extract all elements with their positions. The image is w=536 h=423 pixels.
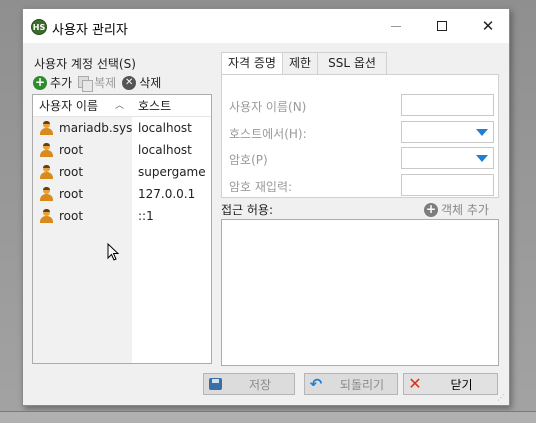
save-disk-icon — [208, 378, 222, 390]
taskbar-strip — [0, 411, 536, 423]
close-icon: ✕ — [481, 16, 495, 35]
user-manager-window: HS 사용자 관리자 ✕ 사용자 계정 선택(S) + 추가 복제 ✕ 삭제 사… — [22, 8, 510, 406]
save-button[interactable]: 저장 — [203, 373, 295, 395]
revert-button[interactable]: ↶ 되돌리기 — [304, 373, 398, 395]
host-cell: localhost — [138, 121, 192, 135]
user-account-list[interactable]: 사용자 이름 ︿ 호스트 mariadb.sys localhost root loc… — [32, 94, 212, 364]
username-text: root — [59, 209, 84, 223]
user-icon — [40, 121, 53, 135]
delete-user-label: 삭제 — [139, 76, 162, 90]
password-select[interactable] — [401, 147, 494, 169]
add-object-button[interactable]: + 객체 추가 — [424, 201, 489, 218]
password-repeat-row: 암호 재입력: — [222, 174, 498, 196]
copy-icon — [78, 75, 94, 92]
add-icon: + — [33, 74, 47, 90]
list-header: 사용자 이름 ︿ 호스트 — [33, 95, 211, 117]
username-input[interactable] — [401, 94, 494, 116]
from-host-row: 호스트에서(H): — [222, 121, 498, 143]
delete-user-button[interactable]: ✕ 삭제 — [122, 74, 161, 91]
password-row: 암호(P) — [222, 147, 498, 169]
table-row[interactable]: root::1 — [33, 205, 211, 227]
username-row: 사용자 이름(N) — [222, 94, 498, 116]
user-icon — [40, 187, 53, 201]
table-row[interactable]: root localhost — [33, 139, 211, 161]
close-window-button[interactable]: ✕ — [465, 9, 511, 43]
add-object-label: 객체 추가 — [441, 203, 489, 217]
table-row[interactable]: root 127.0.0.1 — [33, 183, 211, 205]
revert-button-label: 되돌리기 — [339, 377, 385, 392]
column-header-username-label: 사용자 이름 — [39, 99, 99, 113]
username-cell: root — [33, 161, 132, 183]
tab-limits[interactable]: 제한 — [281, 52, 319, 74]
credentials-panel: 사용자 이름(N) 호스트에서(H): 암호(P) 암호 재입력: — [221, 74, 499, 198]
username-text: root — [59, 187, 84, 201]
password-label: 암호(P) — [229, 153, 268, 167]
add-object-icon: + — [424, 201, 438, 217]
host-cell: ::1 — [138, 209, 154, 223]
maximize-icon — [437, 21, 447, 31]
add-user-label: 추가 — [50, 76, 73, 90]
username-text: root — [59, 165, 84, 179]
password-repeat-input[interactable] — [401, 174, 494, 196]
copy-user-button[interactable]: 복제 — [78, 74, 117, 92]
save-button-label: 저장 — [248, 377, 272, 392]
username-cell: root — [33, 205, 132, 227]
from-host-label: 호스트에서(H): — [229, 127, 307, 141]
minimize-icon — [391, 25, 401, 27]
account-rows: mariadb.sys localhost root localhost root sup… — [33, 117, 211, 227]
username-cell: mariadb.sys — [33, 117, 132, 139]
password-repeat-label: 암호 재입력: — [229, 180, 293, 194]
app-icon: HS — [31, 19, 47, 35]
mouse-pointer-icon — [107, 243, 120, 261]
delete-icon: ✕ — [122, 75, 137, 90]
user-icon — [40, 165, 53, 179]
user-icon — [40, 143, 53, 157]
add-user-button[interactable]: + 추가 — [33, 74, 72, 91]
column-header-host[interactable]: 호스트 — [132, 95, 171, 116]
tab-credentials[interactable]: 자격 증명 — [221, 52, 283, 75]
username-text: root — [59, 143, 84, 157]
window-title: 사용자 관리자 — [52, 23, 128, 38]
table-row[interactable]: mariadb.sys localhost — [33, 117, 211, 139]
sort-ascending-icon: ︿ — [114, 101, 124, 111]
table-row[interactable]: root supergame — [33, 161, 211, 183]
close-button-label: 닫기 — [450, 377, 473, 392]
undo-icon: ↶ — [309, 374, 323, 393]
copy-user-label: 복제 — [94, 76, 117, 90]
username-text: mariadb.sys — [59, 121, 133, 135]
host-cell: supergame — [138, 165, 206, 179]
minimize-button[interactable] — [373, 9, 419, 43]
user-icon — [40, 209, 53, 223]
username-label: 사용자 이름(N) — [229, 100, 307, 114]
close-button[interactable]: ✕ 닫기 — [403, 373, 498, 395]
account-toolbar: + 추가 복제 ✕ 삭제 — [33, 74, 161, 92]
close-x-icon: ✕ — [408, 374, 422, 393]
column-header-username[interactable]: 사용자 이름 ︿ — [33, 95, 132, 116]
access-label: 접근 허용: — [221, 203, 274, 217]
maximize-button[interactable] — [419, 9, 465, 43]
resize-grip-icon[interactable]: ⋰ — [497, 393, 507, 403]
from-host-select[interactable] — [401, 121, 494, 143]
host-cell: localhost — [138, 143, 192, 157]
tab-strip: 자격 증명 제한 SSL 옵션 — [221, 52, 387, 75]
access-privileges-list[interactable] — [221, 219, 499, 366]
username-cell: root — [33, 139, 132, 161]
host-cell: 127.0.0.1 — [138, 187, 196, 201]
select-account-label: 사용자 계정 선택(S) — [34, 57, 136, 71]
tab-ssl-options[interactable]: SSL 옵션 — [317, 52, 387, 74]
username-cell: root — [33, 183, 132, 205]
title-bar: HS 사용자 관리자 ✕ — [23, 9, 509, 43]
